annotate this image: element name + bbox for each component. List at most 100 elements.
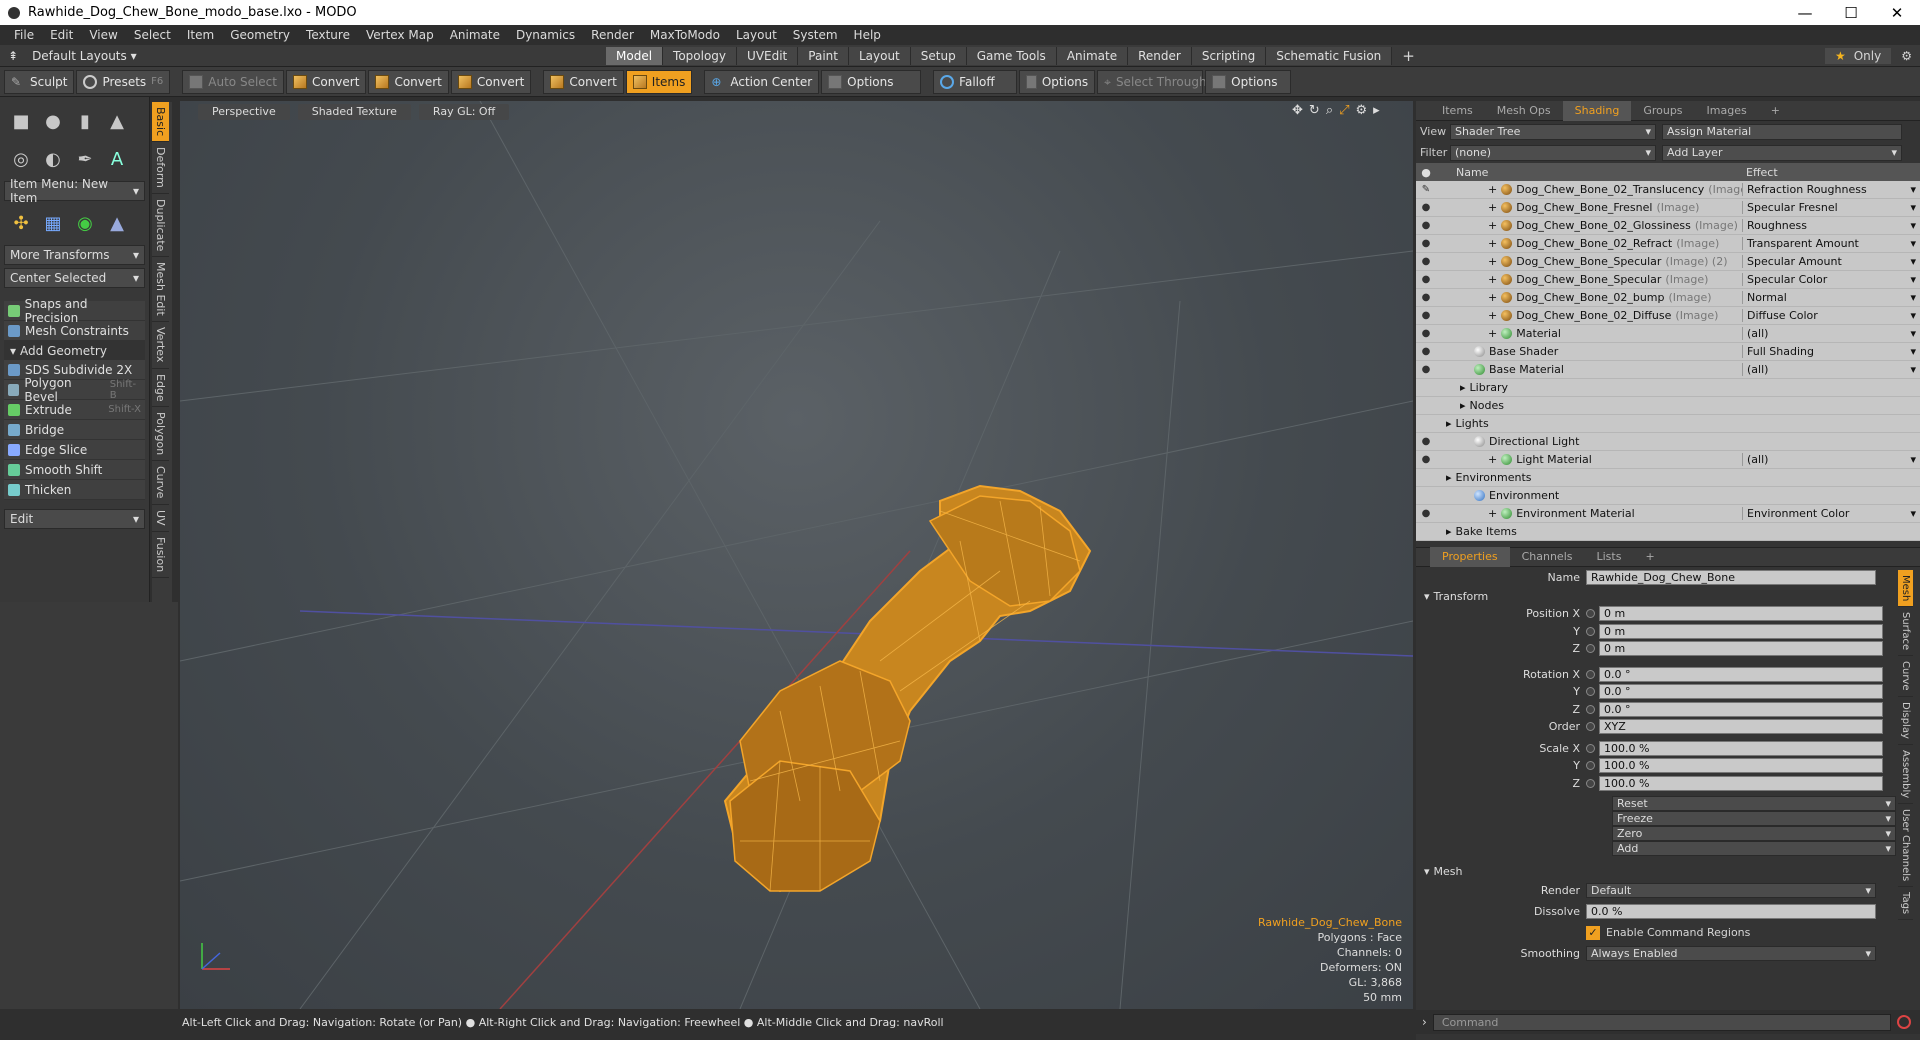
visibility-toggle-icon[interactable]: ● [1416,202,1436,213]
tree-row[interactable]: ● + Dog_Chew_Bone_Specular (Image) Specular … [1416,271,1920,289]
tool-bridge[interactable]: Bridge [4,420,145,440]
effect-cell[interactable]: (all) ▾ [1742,363,1920,376]
position-y-field[interactable]: 0 m [1599,623,1883,639]
dissolve-field[interactable]: 0.0 % [1586,904,1876,919]
viewport-gear-icon[interactable]: ⚙ [1356,103,1368,118]
keyframe-dot-icon[interactable] [1586,669,1595,679]
render-select[interactable]: Default ▾ [1586,883,1876,898]
vtab-edge[interactable]: Edge [152,369,169,408]
visibility-toggle-icon[interactable]: ● [1416,256,1436,267]
tab-schematic-fusion[interactable]: Schematic Fusion [1266,46,1393,65]
rotate-icon[interactable]: ↻ [1309,103,1320,118]
vtab-basic[interactable]: Basic [152,102,169,143]
presets-button[interactable]: Presets F6 [76,69,171,94]
tree-row[interactable]: ● + Dog_Chew_Bone_02_Glossiness (Image) Roug… [1416,217,1920,235]
sculpt-button[interactable]: ✎ Sculpt [4,69,75,94]
command-input[interactable]: Command [1432,1013,1891,1031]
add-geometry-header[interactable]: ▾ Add Geometry [4,341,145,360]
zoom-icon[interactable]: ⌕ [1326,103,1333,118]
tree-row[interactable]: ● + Material (all) ▾ [1416,325,1920,343]
tab-lists[interactable]: Lists [1585,547,1634,567]
expand-icon[interactable]: ▸ [1373,103,1380,118]
tree-row[interactable]: ▸ Environments [1416,469,1920,487]
menu-texture[interactable]: Texture [298,28,358,42]
visibility-toggle-icon[interactable]: ● [1416,310,1436,321]
props-vtab-surface[interactable]: Surface [1898,607,1913,657]
effect-cell[interactable]: Normal ▾ [1742,291,1920,304]
rotation-z-field[interactable]: 0.0 ° [1599,701,1883,717]
tool-polygon-bevel[interactable]: Polygon Bevel Shift-B [4,376,145,404]
add-tab-icon[interactable]: + [1759,101,1792,121]
menu-geometry[interactable]: Geometry [222,28,298,42]
tab-layout[interactable]: Layout [848,46,911,65]
enable-command-checkbox[interactable]: ✓ [1586,925,1600,940]
fit-icon[interactable]: ⤢ [1339,103,1349,118]
vtab-vertex[interactable]: Vertex [152,322,169,369]
add-layer-dropdown[interactable]: Add Layer ▾ [1662,144,1902,161]
view-select[interactable]: Shader Tree ▾ [1450,123,1656,140]
tab-channels[interactable]: Channels [1510,547,1585,567]
folder-arrow-icon[interactable]: ▸ [1460,381,1466,394]
tab-scripting[interactable]: Scripting [1191,46,1267,65]
tab-mesh-ops[interactable]: Mesh Ops [1485,101,1563,121]
tab-images[interactable]: Images [1695,101,1759,121]
expand-plus-icon[interactable]: + [1488,453,1497,466]
transform-section[interactable]: ▾ Transform [1416,587,1920,605]
expand-plus-icon[interactable]: + [1488,273,1497,286]
props-vtab-tags[interactable]: Tags [1898,887,1913,921]
tree-row[interactable]: ● Directional Light [1416,433,1920,451]
position-x-field[interactable]: 0 m [1599,606,1883,622]
tree-row[interactable]: ● + Dog_Chew_Bone_02_Refract (Image) Transpa… [1416,235,1920,253]
visibility-toggle-icon[interactable]: ● [1416,364,1436,375]
vtab-duplicate[interactable]: Duplicate [152,194,169,258]
effect-cell[interactable]: Specular Fresnel ▾ [1742,201,1920,214]
keyframe-dot-icon[interactable] [1586,761,1595,771]
effect-cell[interactable]: Specular Color ▾ [1742,273,1920,286]
tree-row[interactable]: ● + Light Material (all) ▾ [1416,451,1920,469]
tab-render[interactable]: Render [1128,46,1192,65]
more-transforms-dropdown[interactable]: More Transforms ▾ [4,245,145,265]
tab-paint[interactable]: Paint [798,46,849,65]
only-toggle[interactable]: ★ Only [1824,47,1892,64]
effect-cell[interactable]: (all) ▾ [1742,327,1920,340]
text-tool-icon[interactable]: A [104,146,130,172]
falloff-options-button[interactable]: Options [1019,69,1096,94]
convert-materials-button[interactable]: Convert [543,69,624,94]
tree-row[interactable]: ● + Dog_Chew_Bone_02_Diffuse (Image) Diffuse… [1416,307,1920,325]
cone-icon[interactable]: ▲ [104,108,130,134]
keyframe-dot-icon[interactable] [1586,609,1595,619]
close-icon[interactable]: ✕ [1874,4,1920,22]
tool-thicken[interactable]: Thicken [4,480,145,500]
tree-row[interactable]: ▸ Lights [1416,415,1920,433]
center-selected-dropdown[interactable]: Center Selected ▾ [4,268,145,288]
tree-row[interactable]: ▸ Library [1416,379,1920,397]
tab-model[interactable]: Model [606,46,664,65]
menu-vertex-map[interactable]: Vertex Map [358,28,442,42]
transform-icon[interactable]: ✣ [8,210,34,236]
pen-tool-icon[interactable]: ✒ [72,146,98,172]
record-icon[interactable] [1896,1015,1911,1029]
edit-dropdown[interactable]: Edit ▾ [4,509,145,529]
tab-properties[interactable]: Properties [1430,547,1510,567]
cube-icon[interactable]: ■ [8,108,34,134]
expand-plus-icon[interactable]: + [1488,183,1497,196]
torus-icon[interactable]: ◎ [8,146,34,172]
vtab-curve[interactable]: Curve [152,461,169,505]
menu-animate[interactable]: Animate [442,28,508,42]
3d-viewport[interactable] [180,101,1413,1009]
tab-game-tools[interactable]: Game Tools [966,46,1057,65]
grid-icon[interactable]: ▦ [40,210,66,236]
convert-polygons-button[interactable]: Convert [450,69,532,94]
effect-column-header[interactable]: Effect [1742,166,1778,179]
pyramid-icon[interactable]: ▲ [104,210,130,236]
keyframe-dot-icon[interactable] [1586,722,1595,732]
tree-row[interactable]: ▸ Bake Items [1416,523,1920,541]
menu-layout[interactable]: Layout [728,28,785,42]
menu-help[interactable]: Help [846,28,889,42]
visibility-toggle-icon[interactable]: ● [1416,274,1436,285]
vtab-deform[interactable]: Deform [152,142,169,195]
rotation-y-field[interactable]: 0.0 ° [1599,684,1883,700]
name-column-header[interactable]: Name [1436,166,1742,179]
menu-system[interactable]: System [785,28,846,42]
expand-plus-icon[interactable]: + [1488,255,1497,268]
